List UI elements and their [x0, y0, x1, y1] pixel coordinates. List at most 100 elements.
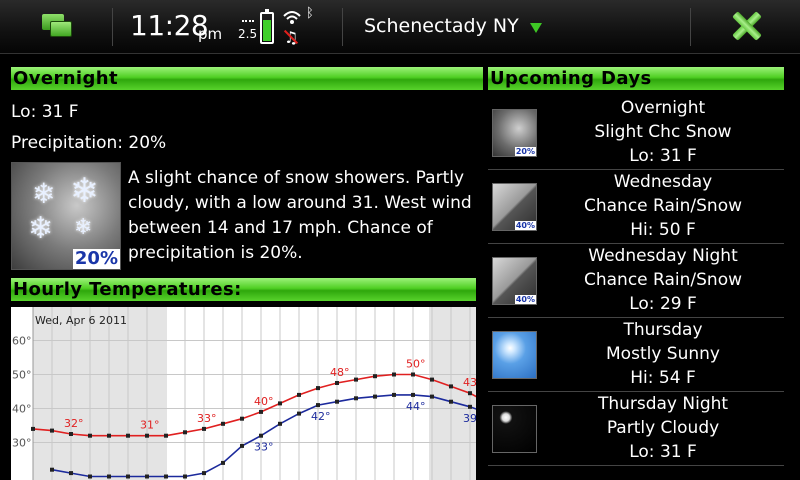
data-point — [145, 433, 149, 438]
day-cond: Slight Chc Snow — [594, 122, 732, 142]
data-point — [297, 392, 301, 397]
day-temp: Hi: 54 F — [630, 368, 696, 388]
day-temp: Lo: 31 F — [629, 146, 697, 166]
day-row[interactable]: 20% Overnight Slight Chc Snow Lo: 31 F — [488, 96, 784, 170]
data-point — [107, 433, 111, 438]
data-point — [468, 404, 472, 409]
precip-badge: 20% — [72, 248, 120, 269]
data-label: 32° — [64, 417, 84, 430]
close-icon[interactable] — [731, 11, 762, 41]
chevron-down-icon[interactable] — [530, 23, 542, 33]
data-point — [221, 421, 225, 426]
data-point — [50, 467, 54, 472]
battery-icon — [260, 9, 274, 44]
data-point — [126, 433, 130, 438]
data-label: 33° — [254, 441, 274, 454]
data-point — [392, 372, 396, 377]
day-temp: Lo: 29 F — [629, 294, 697, 314]
data-point — [430, 394, 434, 399]
clock-ampm: pm — [198, 25, 223, 43]
day-name: Wednesday — [613, 172, 713, 192]
data-point — [316, 403, 320, 408]
overnight-header: Overnight — [11, 67, 483, 90]
sun-icon — [492, 331, 537, 379]
night-shade — [33, 307, 165, 480]
data-point — [88, 433, 92, 438]
data-point — [145, 474, 149, 479]
day-text: Wednesday Night Chance Rain/Snow Lo: 29 F — [542, 244, 784, 316]
day-name: Overnight — [620, 98, 706, 118]
data-label: 33° — [197, 412, 217, 425]
day-row[interactable]: 40% Wednesday Chance Rain/Snow Hi: 50 F — [488, 170, 784, 244]
day-precip-badge: 40% — [514, 295, 536, 304]
data-point — [202, 471, 206, 476]
upcoming-header: Upcoming Days — [488, 67, 784, 90]
cpu-load-icon — [242, 20, 254, 26]
data-point — [449, 384, 453, 389]
forecast-description: A slight chance of snow showers. Partly … — [128, 168, 472, 263]
day-cond: Mostly Sunny — [606, 344, 720, 364]
chart-title: Wed, Apr 6 2011 — [35, 314, 127, 327]
location-selector[interactable]: Schenectady NY — [364, 15, 519, 37]
day-name: Thursday — [623, 320, 703, 340]
day-text: Wednesday Chance Rain/Snow Hi: 50 F — [542, 170, 784, 242]
hourly-header: Hourly Temperatures: — [11, 278, 476, 301]
chart-svg: 60° 50° 40° 30° Wed, Apr 6 2011 32° 31° 33° 40° 4… — [12, 307, 476, 480]
day-cond: Chance Rain/Snow — [584, 196, 742, 216]
data-point — [183, 430, 187, 435]
day-temp: Hi: 50 F — [630, 220, 696, 240]
cpu-load-value: 2.5 — [238, 27, 258, 41]
data-point — [449, 399, 453, 404]
day-precip-badge: 20% — [514, 147, 536, 156]
day-name: Wednesday Night — [588, 246, 738, 266]
day-row[interactable]: 40% Wednesday Night Chance Rain/Snow Lo: 29… — [488, 244, 784, 318]
y-tick-label: 60° — [12, 335, 32, 348]
data-label: 43° — [463, 376, 476, 389]
day-text: Thursday Mostly Sunny Hi: 54 F — [542, 318, 784, 390]
data-point — [164, 474, 168, 479]
day-name: Thursday Night — [597, 394, 729, 414]
data-point — [240, 443, 244, 448]
data-point — [50, 428, 54, 433]
data-point — [354, 396, 358, 401]
status-icons[interactable]: 2.5 ᛒ ♫ — [238, 6, 320, 48]
day-cond: Chance Rain/Snow — [584, 270, 742, 290]
data-point — [297, 411, 301, 416]
status-bar: 11:28 pm 2.5 ᛒ ♫ Schenectady NY — [0, 0, 800, 54]
day-row[interactable]: Thursday Night Partly Cloudy Lo: 31 F — [488, 392, 784, 466]
data-point — [278, 401, 282, 406]
y-tick-label: 40° — [12, 403, 32, 416]
data-point — [373, 374, 377, 379]
data-point — [411, 392, 415, 397]
day-cond: Partly Cloudy — [606, 418, 720, 438]
hourly-temperature-chart: 60° 50° 40° 30° Wed, Apr 6 2011 32° 31° 33° 40° 4… — [11, 307, 476, 480]
data-point — [31, 426, 35, 431]
data-point — [411, 372, 415, 377]
data-point — [335, 399, 339, 404]
day-text: Overnight Slight Chc Snow Lo: 31 F — [542, 96, 784, 168]
moon-cloud-icon — [492, 405, 537, 453]
data-point — [221, 460, 225, 465]
data-label: 31° — [140, 419, 160, 432]
data-point — [69, 432, 73, 436]
wifi-icon — [283, 11, 301, 24]
rain-snow-icon: 40% — [492, 257, 537, 305]
data-point — [183, 474, 187, 479]
y-tick-label: 30° — [12, 437, 32, 450]
data-point — [430, 377, 434, 382]
data-point — [468, 391, 472, 396]
data-point — [126, 474, 130, 479]
clock-time: 11:28 — [130, 9, 209, 42]
data-point — [392, 392, 396, 397]
day-row[interactable]: Thursday Mostly Sunny Hi: 54 F — [488, 318, 784, 392]
data-label: 39° — [463, 412, 476, 425]
bluetooth-icon: ᛒ — [306, 6, 314, 21]
data-label: 50° — [406, 358, 426, 371]
data-point — [107, 474, 111, 479]
y-tick-label: 50° — [12, 369, 32, 382]
rain-snow-icon: 40% — [492, 183, 537, 231]
data-point — [69, 471, 73, 476]
data-label: 44° — [406, 400, 426, 413]
snow-icon: 20% — [492, 109, 537, 157]
app-switcher-icon[interactable] — [38, 11, 78, 41]
